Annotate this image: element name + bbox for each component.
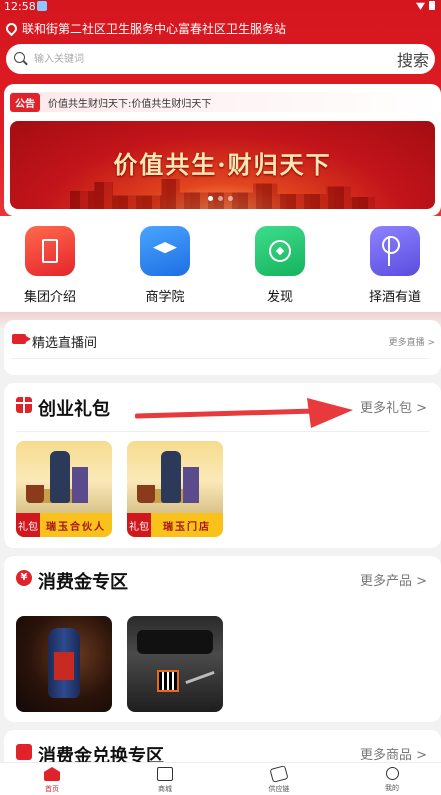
more-goods-link[interactable]: 更多商品 >	[360, 744, 427, 763]
status-bar: 12:58	[0, 0, 441, 14]
banner-skyline-graphic	[70, 179, 375, 209]
quick-nav-label: 发现	[266, 290, 293, 305]
tab-mine[interactable]: 我的	[362, 767, 422, 793]
gift-pack-title: 创业礼包	[38, 399, 110, 420]
bottom-tab-bar: 首页 商城 供应链 我的	[0, 762, 441, 795]
gift-pack-card[interactable]: 礼包 瑞玉门店	[127, 441, 223, 537]
live-title: 精选直播间	[32, 336, 98, 351]
quick-nav-business-school[interactable]: 商学院	[120, 226, 210, 305]
location-pin-icon	[3, 20, 20, 36]
quick-nav: 集团介绍 商学院 发现 择酒有道	[0, 216, 441, 312]
quick-nav-label: 择酒有道	[368, 290, 421, 305]
wallet-icon	[16, 744, 32, 760]
tab-label: 供应链	[268, 785, 290, 793]
notice-tag: 公告	[10, 92, 40, 112]
consumer-zone-title: 消费金专区	[38, 572, 128, 593]
more-gift-packs-link[interactable]: 更多礼包 >	[360, 397, 427, 416]
product-image	[127, 441, 223, 513]
notice-text: 价值共生财归天下:价值共生财归天下	[48, 98, 212, 110]
product-label: 礼包 瑞玉门店	[127, 513, 223, 537]
gift-icon	[16, 397, 32, 413]
divider	[16, 431, 429, 432]
notice-bar[interactable]: 公告 价值共生财归天下:价值共生财归天下	[10, 92, 441, 112]
location-bar[interactable]: 联和街第二社区卫生服务中心富春社区卫生服务站	[3, 18, 433, 38]
quick-nav-label: 商学院	[145, 290, 185, 305]
location-text: 联和街第二社区卫生服务中心富春社区卫生服务站	[22, 21, 287, 36]
product-name: 瑞玉门店	[163, 521, 211, 533]
more-products-link[interactable]: 更多产品 >	[360, 570, 427, 589]
divider	[12, 358, 429, 359]
quick-nav-wine-guide[interactable]: 择酒有道	[350, 226, 440, 305]
more-live-link[interactable]: 更多直播 >	[389, 335, 435, 348]
product-tag: 礼包	[16, 513, 40, 537]
notification-app-icon	[37, 1, 47, 11]
banner-pagination	[208, 196, 233, 201]
banner-dot[interactable]	[208, 196, 213, 201]
product-image	[16, 441, 112, 513]
graduation-cap-icon	[140, 226, 190, 276]
gift-pack-card[interactable]: 礼包 瑞玉合伙人	[16, 441, 112, 537]
compass-icon	[255, 226, 305, 276]
wifi-icon	[416, 2, 425, 10]
product-card[interactable]	[16, 616, 112, 712]
battery-icon	[429, 1, 435, 10]
banner-dot[interactable]	[218, 196, 223, 201]
building-icon	[25, 226, 75, 276]
gift-pack-section: 创业礼包 更多礼包 > 礼包 瑞玉合伙人 礼包 瑞玉门店	[4, 383, 441, 548]
yuan-coin-icon: ¥	[16, 570, 32, 586]
tab-mall[interactable]: 商城	[135, 767, 195, 794]
video-camera-icon	[12, 334, 31, 344]
search-icon	[14, 52, 25, 63]
search-input[interactable]	[34, 50, 354, 68]
product-tag: 礼包	[127, 513, 151, 537]
tab-supply-chain[interactable]: 供应链	[249, 765, 309, 794]
user-icon	[385, 767, 399, 780]
tab-home[interactable]: 首页	[22, 767, 82, 794]
live-section: 精选直播间 更多直播 >	[4, 320, 441, 375]
banner-dot[interactable]	[228, 196, 233, 201]
quick-nav-discover[interactable]: 发现	[235, 226, 325, 305]
status-time: 12:58	[4, 0, 36, 13]
home-icon	[44, 767, 60, 781]
status-indicators	[416, 1, 435, 10]
product-card[interactable]	[127, 616, 223, 712]
promo-banner[interactable]: 价值共生·财归天下	[10, 121, 435, 209]
flower-icon	[370, 226, 420, 276]
qr-code-image	[157, 670, 179, 692]
search-bar: 搜索	[6, 44, 435, 74]
banner-title: 价值共生·财归天下	[113, 150, 332, 179]
tab-label: 我的	[385, 784, 399, 792]
quick-nav-label: 集团介绍	[23, 290, 76, 305]
product-name: 瑞玉合伙人	[46, 521, 106, 533]
product-label: 礼包 瑞玉合伙人	[16, 513, 112, 537]
tab-label: 商城	[158, 785, 172, 793]
chain-icon	[269, 765, 289, 783]
quick-nav-group-intro[interactable]: 集团介绍	[5, 226, 95, 305]
shop-icon	[157, 767, 173, 781]
search-button[interactable]: 搜索	[397, 47, 429, 71]
tab-label: 首页	[45, 785, 59, 793]
consumer-zone-section: ¥ 消费金专区 更多产品 >	[4, 556, 441, 722]
